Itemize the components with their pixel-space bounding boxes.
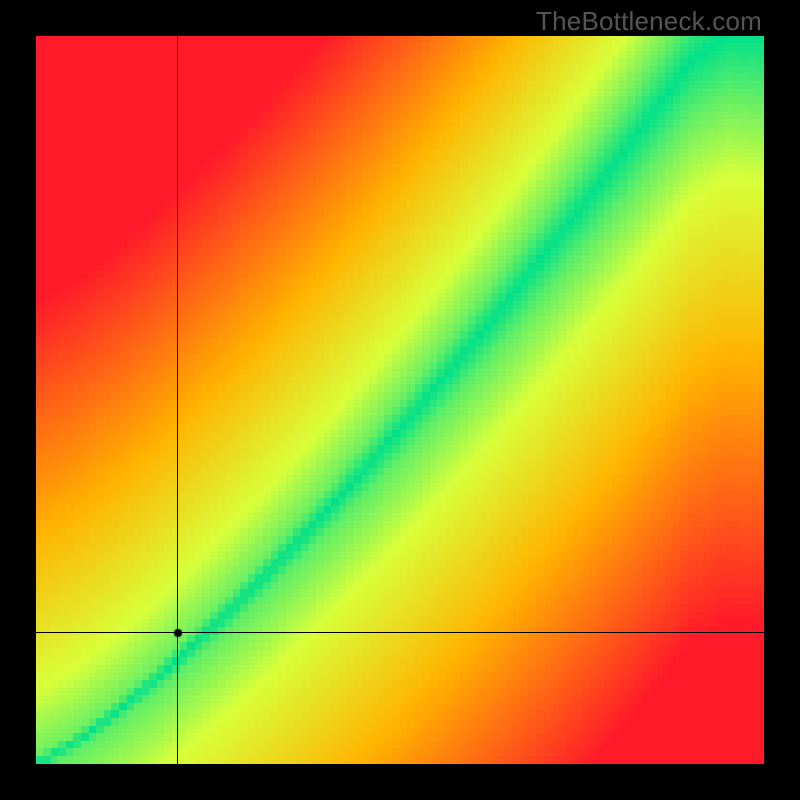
crosshair-horizontal — [36, 632, 764, 633]
crosshair-vertical — [177, 36, 178, 764]
watermark-text: TheBottleneck.com — [536, 6, 762, 37]
outer-frame: TheBottleneck.com — [0, 0, 800, 800]
bottleneck-heatmap — [36, 36, 764, 764]
